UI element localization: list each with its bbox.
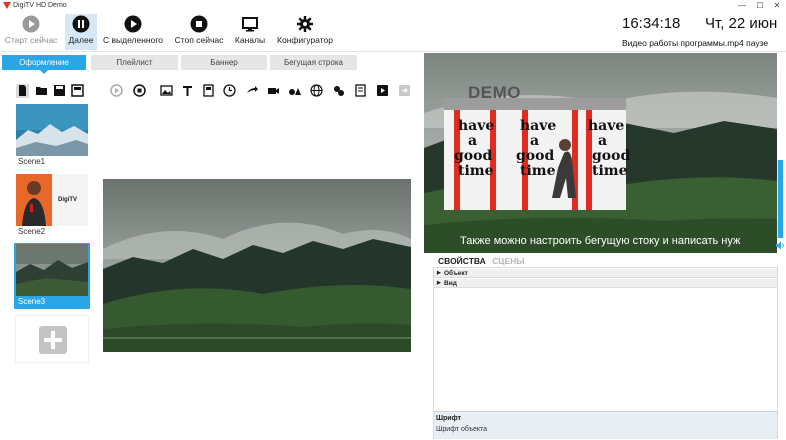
play-from-selected-icon bbox=[124, 15, 142, 33]
banner-label: DEMO bbox=[468, 83, 521, 102]
play-icon bbox=[22, 15, 40, 33]
play-preview-icon[interactable] bbox=[110, 84, 123, 98]
camera-icon[interactable] bbox=[267, 84, 280, 98]
new-file-icon[interactable] bbox=[16, 84, 29, 98]
scene-item-2[interactable]: DigiTV Scene2 bbox=[14, 173, 90, 239]
scene-canvas[interactable] bbox=[103, 179, 411, 352]
properties-panel: ▶ Объект ▶ Вид Шрифт Шрифт объекта bbox=[433, 267, 778, 439]
gear-icon bbox=[297, 16, 313, 32]
weather-icon[interactable] bbox=[332, 84, 345, 98]
volume-level bbox=[778, 160, 783, 238]
text-icon[interactable] bbox=[181, 84, 194, 98]
minimize-button[interactable]: — bbox=[733, 0, 751, 12]
scene-logo: DigiTV bbox=[58, 197, 77, 203]
scene-thumbnail bbox=[16, 244, 88, 296]
expand-arrow-icon: ▶ bbox=[437, 280, 441, 286]
properties-tabs: СВОЙСТВА СЦЕНЫ bbox=[438, 256, 525, 266]
stop-icon bbox=[190, 15, 208, 33]
configurator-button[interactable]: Конфигуратор bbox=[274, 14, 336, 50]
tab-properties[interactable]: СВОЙСТВА bbox=[438, 256, 486, 266]
monitor-icon bbox=[242, 17, 258, 32]
open-folder-icon[interactable] bbox=[35, 84, 48, 98]
clock-icon[interactable] bbox=[223, 84, 236, 98]
scene-thumbnail bbox=[16, 104, 88, 156]
document-icon[interactable] bbox=[354, 84, 367, 98]
tab-banner[interactable]: Баннер bbox=[181, 55, 267, 70]
pause-icon bbox=[72, 15, 90, 33]
stop-preview-icon[interactable] bbox=[133, 84, 146, 98]
prop-row-object[interactable]: ▶ Объект bbox=[434, 269, 777, 278]
volume-slider[interactable] bbox=[777, 160, 784, 238]
window-title: DigiTV HD Demo bbox=[13, 2, 67, 9]
channels-button[interactable]: Каналы bbox=[232, 14, 268, 50]
maximize-button[interactable]: ☐ bbox=[751, 0, 769, 12]
plus-icon bbox=[39, 326, 67, 354]
save-icon[interactable] bbox=[53, 84, 66, 98]
playback-status: Видео работы программы.mp4 паузе bbox=[622, 38, 769, 48]
prop-row-view[interactable]: ▶ Вид bbox=[434, 279, 777, 288]
play-from-selected-button[interactable]: С выделенного bbox=[101, 14, 165, 50]
shapes-icon[interactable] bbox=[288, 84, 301, 98]
tab-playlist[interactable]: Плейлист bbox=[91, 55, 178, 70]
image-icon[interactable] bbox=[160, 84, 173, 98]
property-description-text: Шрифт объекта bbox=[436, 426, 488, 433]
scene-thumbnail bbox=[16, 174, 88, 226]
tab-design[interactable]: Оформление bbox=[2, 55, 86, 74]
scene-item-1[interactable]: Scene1 bbox=[14, 103, 90, 169]
app-logo-icon bbox=[3, 2, 11, 9]
video-icon[interactable] bbox=[376, 84, 389, 98]
stop-now-button[interactable]: Стоп сейчас bbox=[172, 14, 226, 50]
clock: 16:34:18 bbox=[622, 15, 681, 32]
expand-arrow-icon: ▶ bbox=[437, 270, 441, 276]
add-scene-button[interactable] bbox=[15, 315, 89, 363]
close-button[interactable]: ✕ bbox=[768, 0, 786, 12]
property-description: Шрифт Шрифт объекта bbox=[434, 411, 777, 439]
title-bar: DigiTV HD Demo — ☐ ✕ bbox=[0, 0, 786, 12]
tab-ticker[interactable]: Бегущая строка bbox=[270, 55, 357, 70]
canvas-background-image bbox=[103, 179, 411, 352]
note-icon[interactable] bbox=[202, 84, 215, 98]
tab-scenes[interactable]: СЦЕНЫ bbox=[492, 256, 524, 266]
speaker-icon[interactable] bbox=[776, 241, 785, 250]
export-icon[interactable] bbox=[398, 84, 411, 98]
date: Чт, 22 июн bbox=[705, 15, 778, 32]
start-now-button[interactable]: Старт сейчас bbox=[2, 14, 60, 50]
live-preview: DEMO have a good time have a good time h… bbox=[424, 53, 777, 253]
property-description-title: Шрифт bbox=[436, 415, 462, 422]
ticker-text: Также можно настроить бегущую стоку и на… bbox=[460, 235, 741, 247]
save-as-icon[interactable] bbox=[71, 84, 84, 98]
scene-item-3[interactable]: Scene3 bbox=[14, 243, 90, 309]
globe-icon[interactable] bbox=[310, 84, 323, 98]
arrow-icon[interactable] bbox=[246, 84, 259, 98]
next-button[interactable]: Далее bbox=[65, 14, 97, 50]
